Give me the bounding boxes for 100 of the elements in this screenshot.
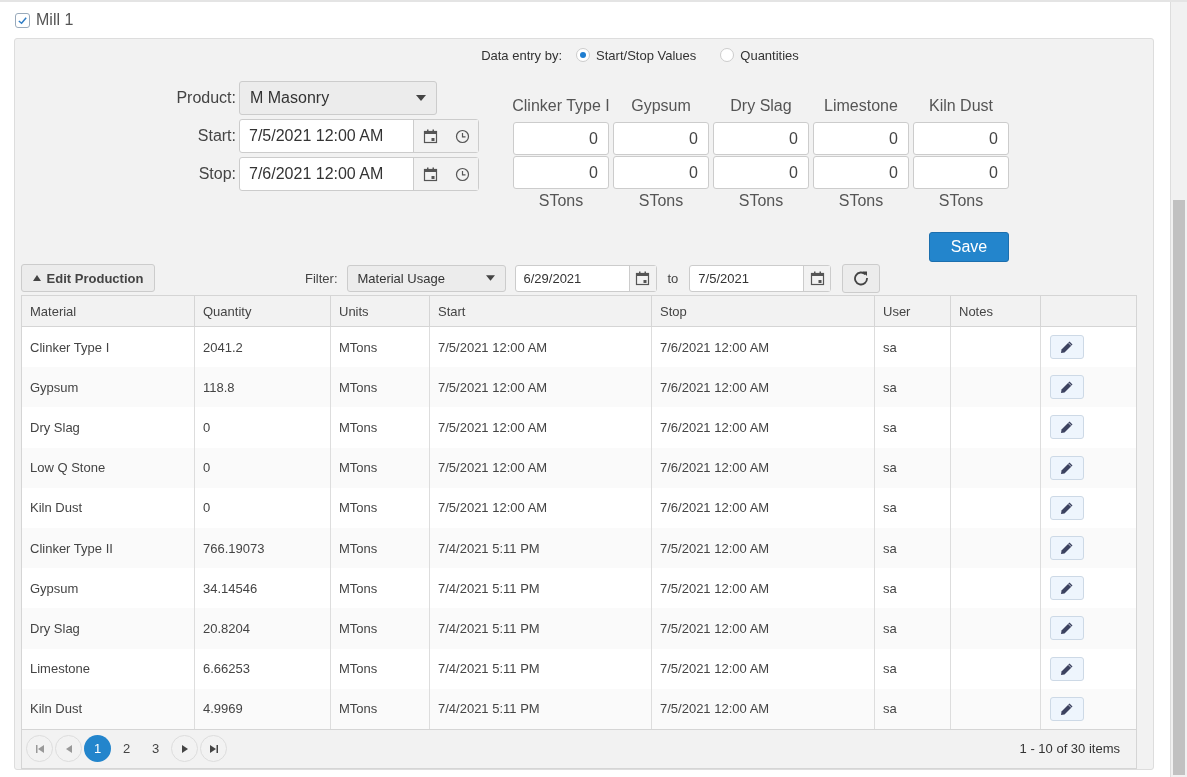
data-entry-label: Data entry by: bbox=[481, 47, 563, 63]
column-header[interactable]: Units bbox=[331, 296, 430, 326]
edit-button[interactable] bbox=[1050, 495, 1084, 520]
units-cell: MTons bbox=[339, 379, 378, 395]
column-header[interactable]: Stop bbox=[652, 296, 875, 326]
pencil-icon bbox=[1060, 340, 1074, 355]
column-header[interactable]: Quantity bbox=[195, 296, 331, 326]
edit-button[interactable] bbox=[1050, 375, 1084, 400]
quantity-cell: 766.19073 bbox=[203, 540, 265, 556]
start-cell: 7/5/2021 12:00 AM bbox=[438, 339, 548, 355]
radio-button[interactable] bbox=[720, 48, 735, 62]
unit-label: STons bbox=[638, 192, 684, 210]
refresh-button[interactable] bbox=[842, 263, 881, 293]
pencil-icon bbox=[1060, 621, 1074, 636]
stop-cell: 7/6/2021 12:00 AM bbox=[660, 460, 770, 476]
pencil-icon bbox=[1060, 661, 1074, 676]
edit-button[interactable] bbox=[1050, 455, 1084, 480]
edit-button[interactable] bbox=[1050, 656, 1084, 681]
edit-button[interactable] bbox=[1050, 536, 1084, 561]
date-field[interactable]: 6/29/2021 bbox=[514, 264, 657, 292]
column-header[interactable]: Material bbox=[22, 296, 195, 326]
column-header[interactable]: User bbox=[875, 296, 951, 326]
pencil-icon bbox=[1060, 500, 1074, 515]
calendar-icon[interactable] bbox=[635, 270, 650, 286]
stop-value-field[interactable]: 0 bbox=[913, 156, 1009, 189]
edit-button[interactable] bbox=[1050, 576, 1084, 601]
section-title: Mill 1 bbox=[36, 11, 74, 29]
page-button[interactable]: 2 bbox=[113, 735, 140, 763]
edit-button[interactable] bbox=[1050, 335, 1084, 360]
user-cell: sa bbox=[883, 500, 897, 516]
date-field[interactable]: 7/5/2021 bbox=[689, 264, 832, 292]
calendar-icon[interactable] bbox=[422, 166, 438, 182]
units-cell: MTons bbox=[339, 460, 378, 476]
quantity-cell: 6.66253 bbox=[203, 661, 250, 677]
units-cell: MTons bbox=[339, 339, 378, 355]
datetime-field[interactable]: 7/5/2021 12:00 AM bbox=[239, 119, 479, 153]
material-label: Dry Slag bbox=[730, 97, 792, 116]
material-cell: Clinker Type I bbox=[30, 339, 110, 355]
page-button[interactable]: 1 bbox=[84, 735, 111, 763]
clock-icon[interactable] bbox=[454, 128, 470, 144]
stop-value-field[interactable]: 0 bbox=[813, 156, 909, 189]
column-header[interactable]: Start bbox=[430, 296, 652, 326]
user-cell: sa bbox=[883, 540, 897, 556]
material-label: Clinker Type I bbox=[512, 97, 610, 116]
caret-icon bbox=[32, 275, 41, 281]
datetime-field[interactable]: 7/6/2021 12:00 AM bbox=[239, 157, 479, 191]
units-cell: MTons bbox=[339, 540, 378, 556]
edit-button[interactable] bbox=[1050, 616, 1084, 641]
quantity-cell: 20.8204 bbox=[203, 620, 250, 636]
next-icon bbox=[179, 743, 190, 754]
stop-cell: 7/6/2021 12:00 AM bbox=[660, 419, 770, 435]
start-value-field[interactable]: 0 bbox=[813, 122, 909, 155]
column-header[interactable]: Notes bbox=[951, 296, 1041, 326]
material-cell: Clinker Type II bbox=[30, 540, 113, 556]
start-value-field[interactable]: 0 bbox=[913, 122, 1009, 155]
edit-production-button[interactable]: Edit Production bbox=[21, 264, 155, 292]
user-cell: sa bbox=[883, 379, 897, 395]
start-value-field[interactable]: 0 bbox=[713, 122, 809, 155]
material-cell: Gypsum bbox=[30, 580, 79, 596]
edit-button[interactable] bbox=[1050, 696, 1084, 721]
unit-label: STons bbox=[738, 192, 784, 210]
filter-dropdown[interactable]: Material Usage bbox=[346, 264, 506, 292]
stop-value-field[interactable]: 0 bbox=[513, 156, 609, 189]
quantity-cell: 0 bbox=[203, 419, 211, 435]
start-value-field[interactable]: 0 bbox=[613, 122, 709, 155]
refresh-icon bbox=[853, 270, 870, 286]
product-label: Product: bbox=[175, 89, 236, 107]
checkbox[interactable] bbox=[15, 12, 30, 28]
pencil-icon bbox=[1060, 581, 1074, 596]
last-page-button[interactable] bbox=[200, 735, 227, 763]
stop-label: Stop: bbox=[197, 165, 236, 183]
user-cell: sa bbox=[883, 620, 897, 636]
save-button[interactable]: Save bbox=[929, 232, 1009, 262]
product-dropdown[interactable]: M Masonry bbox=[239, 81, 437, 115]
pencil-icon bbox=[1060, 420, 1074, 435]
radio-button[interactable] bbox=[576, 48, 591, 62]
stop-cell: 7/6/2021 12:00 AM bbox=[660, 379, 770, 395]
radio-label: Start/Stop Values bbox=[596, 47, 697, 63]
stop-cell: 7/5/2021 12:00 AM bbox=[660, 580, 770, 596]
material-cell: Gypsum bbox=[30, 379, 79, 395]
calendar-icon[interactable] bbox=[422, 128, 438, 144]
unit-label: STons bbox=[938, 192, 984, 210]
edit-button[interactable] bbox=[1050, 415, 1084, 440]
pencil-icon bbox=[1060, 701, 1074, 716]
material-cell: Dry Slag bbox=[30, 419, 80, 435]
stop-cell: 7/5/2021 12:00 AM bbox=[660, 701, 770, 717]
first-page-button[interactable] bbox=[26, 735, 53, 763]
start-value-field[interactable]: 0 bbox=[513, 122, 609, 155]
clock-icon[interactable] bbox=[454, 166, 470, 182]
material-cell: Low Q Stone bbox=[30, 460, 106, 476]
calendar-icon[interactable] bbox=[809, 270, 825, 286]
start-cell: 7/4/2021 5:11 PM bbox=[438, 620, 540, 636]
start-cell: 7/4/2021 5:11 PM bbox=[438, 661, 540, 677]
stop-value-field[interactable]: 0 bbox=[713, 156, 809, 189]
check-icon bbox=[17, 14, 28, 26]
stop-value-field[interactable]: 0 bbox=[613, 156, 709, 189]
scrollbar[interactable] bbox=[1170, 2, 1187, 777]
radio-label: Quantities bbox=[740, 47, 799, 63]
next-page-button[interactable] bbox=[171, 735, 198, 763]
page-button[interactable]: 3 bbox=[142, 735, 169, 763]
